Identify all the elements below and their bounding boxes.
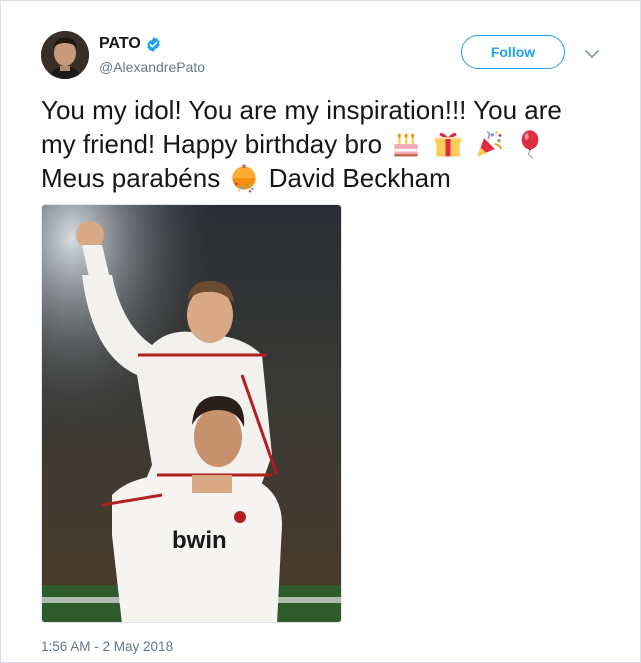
tweet-text-line-3-post: David Beckham bbox=[268, 163, 451, 193]
balloon-emoji bbox=[521, 130, 539, 159]
tweet-text-line-2: my friend! Happy birthday bro bbox=[41, 127, 616, 161]
tweet-text: You my idol! You are my inspiration!!! Y… bbox=[41, 93, 616, 195]
photo-image: bwin bbox=[42, 205, 341, 622]
tweet-header: PATO @AlexandrePato Follow bbox=[41, 31, 611, 81]
party-popper-emoji bbox=[477, 130, 503, 157]
birthday-cake-emoji bbox=[394, 133, 418, 157]
tweet-timestamp[interactable]: 1:56 AM - 2 May 2018 bbox=[41, 639, 173, 654]
jersey-sponsor-text: bwin bbox=[172, 527, 227, 554]
tweet-text-line-3: Meus parabéns David Beckham bbox=[41, 161, 616, 195]
user-handle[interactable]: @AlexandrePato bbox=[99, 59, 205, 75]
tweet-text-line-2-text: my friend! Happy birthday bro bbox=[41, 129, 383, 159]
verified-badge-icon bbox=[147, 36, 160, 52]
name-row: PATO bbox=[99, 35, 162, 53]
follow-button[interactable]: Follow bbox=[461, 35, 565, 69]
display-name[interactable]: PATO bbox=[99, 35, 141, 53]
tweet-photo[interactable]: bwin bbox=[41, 204, 342, 623]
avatar[interactable] bbox=[41, 31, 89, 79]
chevron-down-icon[interactable] bbox=[581, 43, 603, 65]
avatar-image bbox=[41, 31, 89, 79]
tweet-text-line-3-pre: Meus parabéns bbox=[41, 163, 221, 193]
tweet-card: PATO @AlexandrePato Follow You my idol! … bbox=[0, 0, 641, 663]
gift-emoji bbox=[434, 132, 461, 157]
tweet-text-line-1: You my idol! You are my inspiration!!! Y… bbox=[41, 95, 562, 125]
confetti-ball-emoji bbox=[232, 164, 257, 193]
